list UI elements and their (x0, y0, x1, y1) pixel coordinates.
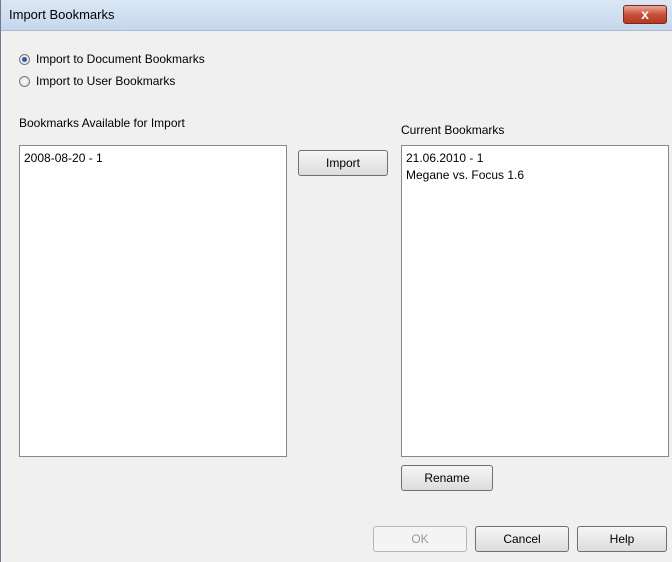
available-bookmarks-list[interactable]: 2008-08-20 - 1 (19, 145, 287, 457)
current-bookmarks-label: Current Bookmarks (401, 123, 505, 137)
close-button[interactable]: x (623, 5, 667, 24)
radio-import-user[interactable]: Import to User Bookmarks (19, 74, 175, 88)
available-bookmarks-label: Bookmarks Available for Import (19, 116, 185, 130)
title-bar: Import Bookmarks x (1, 0, 672, 31)
radio-label-document: Import to Document Bookmarks (36, 52, 205, 66)
ok-button[interactable]: OK (373, 526, 467, 552)
radio-import-document[interactable]: Import to Document Bookmarks (19, 52, 205, 66)
list-item[interactable]: 21.06.2010 - 1 (406, 150, 664, 167)
dialog-title: Import Bookmarks (9, 7, 115, 22)
rename-button[interactable]: Rename (401, 465, 493, 491)
radio-unchecked-icon[interactable] (19, 75, 30, 87)
list-item[interactable]: Megane vs. Focus 1.6 (406, 167, 664, 184)
cancel-button[interactable]: Cancel (475, 526, 569, 552)
radio-checked-icon[interactable] (19, 53, 30, 65)
close-icon: x (641, 6, 649, 22)
import-bookmarks-dialog: Import Bookmarks x Import to Document Bo… (0, 0, 672, 562)
list-item[interactable]: 2008-08-20 - 1 (24, 150, 282, 167)
current-bookmarks-list[interactable]: 21.06.2010 - 1 Megane vs. Focus 1.6 (401, 145, 669, 457)
help-button[interactable]: Help (577, 526, 667, 552)
radio-label-user: Import to User Bookmarks (36, 74, 176, 88)
import-button[interactable]: Import (298, 150, 388, 176)
